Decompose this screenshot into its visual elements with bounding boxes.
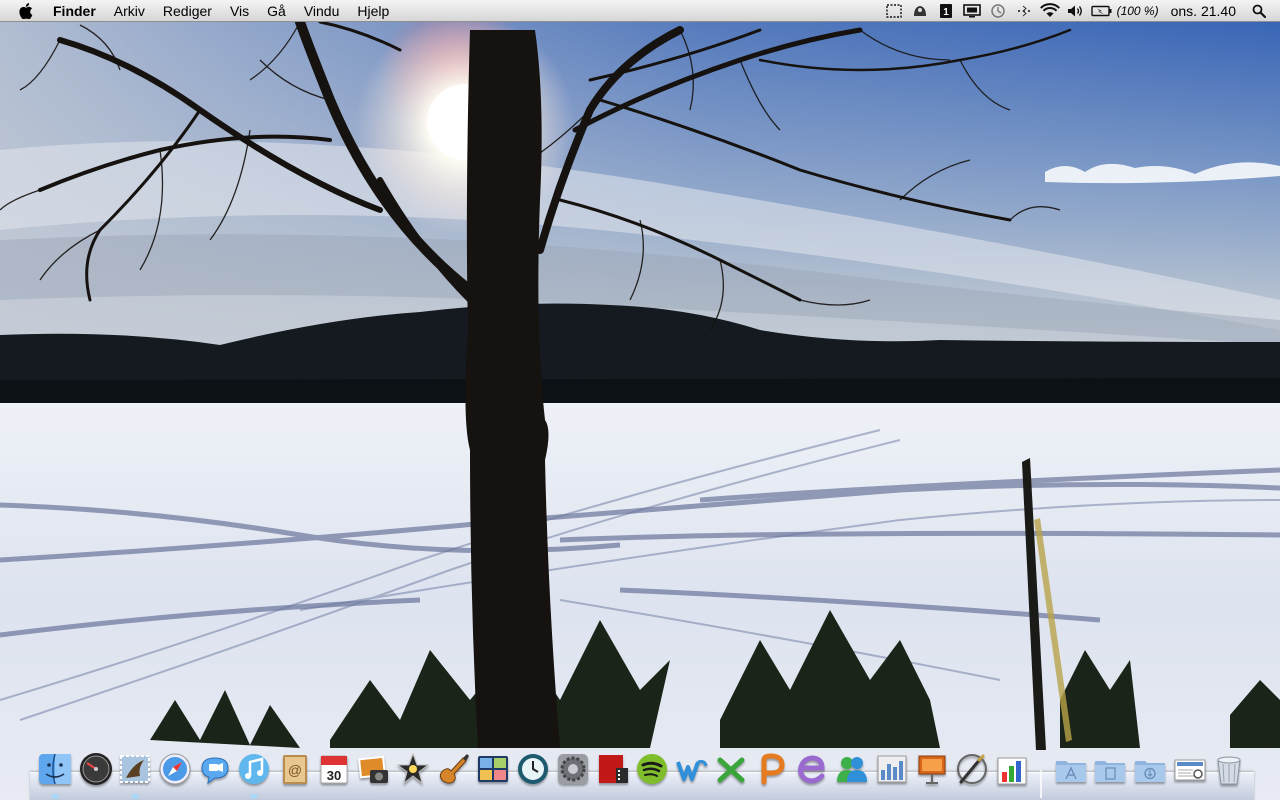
svg-text:1: 1 bbox=[943, 7, 949, 18]
spaces-icon bbox=[478, 756, 508, 782]
dock-item-entourage[interactable] bbox=[793, 750, 831, 788]
itunes-running-indicator bbox=[251, 795, 257, 798]
dock-item-safari[interactable] bbox=[156, 750, 194, 788]
preview-icon bbox=[1174, 759, 1206, 781]
apple-menu[interactable] bbox=[16, 0, 36, 22]
safari-icon bbox=[159, 753, 191, 785]
spotify-icon bbox=[637, 754, 667, 784]
dock-item-finder[interactable] bbox=[36, 750, 74, 788]
finder-running-indicator bbox=[52, 795, 58, 798]
dock-stack-downloads[interactable] bbox=[1131, 750, 1169, 788]
dock-item-imovie[interactable] bbox=[394, 750, 432, 788]
address-book-icon: @ bbox=[283, 755, 307, 784]
dock-separator[interactable] bbox=[1040, 770, 1042, 798]
bluetooth-icon[interactable] bbox=[1013, 0, 1035, 22]
menu-arkiv[interactable]: Arkiv bbox=[105, 0, 154, 22]
excel-icon bbox=[717, 757, 745, 783]
dock-item-messenger[interactable] bbox=[833, 750, 871, 788]
menu-vindu[interactable]: Vindu bbox=[295, 0, 349, 22]
dock: @ 30 bbox=[0, 746, 1280, 800]
display-mirror-icon[interactable] bbox=[961, 0, 983, 22]
mail-icon bbox=[120, 755, 150, 783]
menu-rediger[interactable]: Rediger bbox=[154, 0, 221, 22]
dock-item-activity-monitor[interactable] bbox=[873, 750, 911, 788]
dock-item-spaces[interactable] bbox=[474, 750, 512, 788]
ical-icon: 30 bbox=[320, 755, 348, 784]
dock-item-ical[interactable]: 30 bbox=[315, 750, 353, 788]
dock-item-flip4mac[interactable] bbox=[594, 750, 632, 788]
dock-item-numbers[interactable] bbox=[993, 750, 1031, 788]
dock-item-time-machine[interactable] bbox=[514, 750, 552, 788]
trash-icon bbox=[1217, 756, 1241, 785]
menu-bar-status-area: 1 (100 %) ons. 21.40 bbox=[881, 0, 1280, 22]
script-editor-icon bbox=[957, 754, 987, 784]
desktop[interactable]: Finder Arkiv Rediger Vis Gå Vindu Hjelp … bbox=[0, 0, 1280, 800]
ichat-icon bbox=[201, 757, 229, 785]
iphoto-icon bbox=[358, 755, 388, 783]
applications-folder-icon bbox=[1056, 761, 1086, 782]
battery-percentage[interactable]: (100 %) bbox=[1117, 0, 1159, 22]
menu-bar-clock[interactable]: ons. 21.40 bbox=[1171, 0, 1236, 22]
dock-item-preview[interactable] bbox=[1171, 750, 1209, 788]
powerpoint-icon bbox=[761, 753, 785, 785]
growl-icon[interactable] bbox=[909, 0, 931, 22]
dock-item-mail[interactable] bbox=[116, 750, 154, 788]
svg-text:@: @ bbox=[288, 762, 302, 778]
dashboard-icon bbox=[80, 753, 112, 785]
entourage-icon bbox=[798, 755, 825, 784]
messenger-icon bbox=[837, 757, 867, 782]
dock-item-script-editor[interactable] bbox=[953, 750, 991, 788]
garageband-icon bbox=[439, 754, 469, 784]
word-icon bbox=[676, 760, 708, 781]
dock-item-powerpoint[interactable] bbox=[753, 750, 791, 788]
documents-folder-icon bbox=[1095, 761, 1125, 782]
numbers-icon bbox=[997, 757, 1027, 785]
menu-vis[interactable]: Vis bbox=[221, 0, 258, 22]
imovie-icon bbox=[396, 752, 430, 785]
menu-hjelp[interactable]: Hjelp bbox=[348, 0, 398, 22]
dock-item-excel[interactable] bbox=[713, 750, 751, 788]
menu-ga[interactable]: Gå bbox=[258, 0, 295, 22]
mail-running-indicator bbox=[132, 795, 138, 798]
menu-app-finder[interactable]: Finder bbox=[44, 0, 105, 22]
downloads-folder-icon bbox=[1135, 761, 1165, 782]
dock-stack-documents[interactable] bbox=[1091, 750, 1129, 788]
one-password-icon[interactable]: 1 bbox=[935, 0, 957, 22]
time-machine-icon[interactable] bbox=[987, 0, 1009, 22]
dock-item-itunes[interactable] bbox=[235, 750, 273, 788]
activity-monitor-icon bbox=[877, 755, 907, 783]
dock-item-garageband[interactable] bbox=[434, 750, 472, 788]
ical-date-label: 30 bbox=[327, 768, 341, 783]
dock-item-keynote[interactable] bbox=[913, 750, 951, 788]
itunes-icon bbox=[239, 754, 269, 784]
apple-logo-icon bbox=[19, 2, 33, 19]
system-preferences-icon bbox=[558, 754, 588, 784]
dock-item-ichat[interactable] bbox=[196, 750, 234, 788]
finder-icon bbox=[39, 753, 71, 785]
spotlight-search-icon[interactable] bbox=[1248, 0, 1270, 22]
volume-icon[interactable] bbox=[1065, 0, 1087, 22]
menu-bar-left: Finder Arkiv Rediger Vis Gå Vindu Hjelp bbox=[0, 0, 398, 22]
wifi-icon[interactable] bbox=[1039, 0, 1061, 22]
dock-item-trash[interactable] bbox=[1210, 750, 1248, 788]
desktop-wallpaper bbox=[0, 0, 1280, 800]
time-machine-icon bbox=[518, 754, 548, 784]
battery-icon[interactable] bbox=[1090, 0, 1113, 22]
flip4mac-icon bbox=[599, 755, 628, 783]
dock-item-spotify[interactable] bbox=[633, 750, 671, 788]
dock-item-word[interactable] bbox=[673, 750, 711, 788]
dock-item-iphoto[interactable] bbox=[354, 750, 392, 788]
screen-capture-icon[interactable] bbox=[883, 0, 905, 22]
keynote-icon bbox=[918, 755, 946, 784]
dock-item-address-book[interactable]: @ bbox=[275, 750, 313, 788]
dock-item-dashboard[interactable] bbox=[77, 750, 115, 788]
dock-item-system-preferences[interactable] bbox=[554, 750, 592, 788]
dock-stack-applications[interactable] bbox=[1052, 750, 1090, 788]
menu-bar: Finder Arkiv Rediger Vis Gå Vindu Hjelp … bbox=[0, 0, 1280, 22]
